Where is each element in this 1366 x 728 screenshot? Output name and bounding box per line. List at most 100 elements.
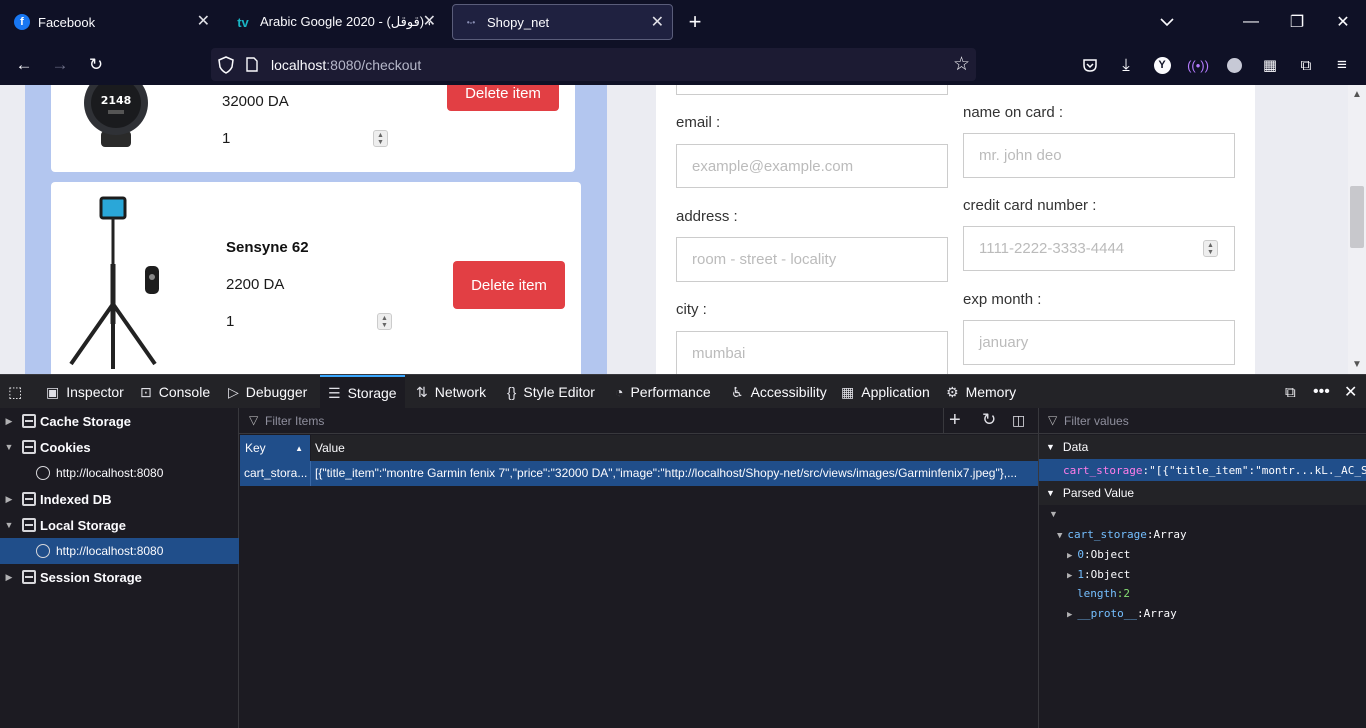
tab-inspector[interactable]: ▣ Inspector <box>46 375 124 409</box>
close-icon[interactable]: ✕ <box>651 14 664 32</box>
more-options-icon[interactable]: ••• <box>1313 375 1330 409</box>
scroll-down-icon[interactable]: ▼ <box>1352 359 1362 370</box>
quantity-stepper[interactable]: ▲ ▼ <box>377 313 392 330</box>
url-host: localhost <box>271 56 327 73</box>
tree-item-cache-storage[interactable]: ▶ Cache Storage <box>0 408 239 434</box>
memory-icon: ⚙ <box>946 383 959 400</box>
close-icon[interactable]: ✕ <box>197 13 210 31</box>
tree-node-length[interactable]: length:2 <box>1077 587 1130 600</box>
extensions-icon[interactable]: ⧉ <box>1291 50 1321 80</box>
tab-debugger[interactable]: ▷ Debugger <box>228 375 307 409</box>
tab-style-editor[interactable]: {} Style Editor <box>507 375 595 409</box>
tab-storage[interactable]: ☰ Storage <box>320 375 405 409</box>
city-field[interactable]: mumbai <box>676 331 948 374</box>
reload-button[interactable]: ↻ <box>81 50 111 80</box>
minimize-button[interactable]: — <box>1228 0 1274 44</box>
data-key: cart_storage <box>1063 463 1143 477</box>
tab-shopy-net[interactable]: •-• Shopy_net ✕ <box>452 4 673 40</box>
add-item-icon[interactable]: + <box>949 409 961 432</box>
tab-accessibility[interactable]: ♿ Accessibility <box>731 375 827 409</box>
quantity-stepper[interactable]: ▲ ▼ <box>373 130 388 147</box>
item-quantity[interactable]: 1 <box>222 130 230 147</box>
email-field[interactable]: example@example.com <box>676 144 948 188</box>
node-type: :Object <box>1084 548 1131 561</box>
filter-values-input[interactable]: Filter values <box>1064 414 1129 428</box>
page-icon[interactable] <box>246 57 258 72</box>
facebook-icon: f <box>14 14 30 30</box>
menu-icon[interactable]: ≡ <box>1327 50 1357 80</box>
address-field[interactable]: room - street - locality <box>676 237 948 282</box>
expand-icon[interactable]: ▶ <box>4 572 14 583</box>
refresh-icon[interactable]: ↻ <box>982 410 996 430</box>
forward-button[interactable]: → <box>45 50 75 80</box>
downloads-icon[interactable]: ⤓ <box>1111 50 1141 80</box>
tab-console[interactable]: ⊡ Console <box>140 375 210 409</box>
tree-item-local-storage-host[interactable]: http://localhost:8080 <box>0 538 239 564</box>
tab-arabic-google[interactable]: tv Arabic Google 2020 - (قوقل) ﻱﺏ ✕ <box>224 4 444 40</box>
new-tab-button[interactable]: + <box>672 0 718 44</box>
name-on-card-field[interactable]: mr. john deo <box>963 133 1235 178</box>
close-window-button[interactable]: ✕ <box>1320 0 1366 44</box>
pocket-icon[interactable] <box>1075 50 1105 80</box>
extension-qr-icon[interactable]: ▦ <box>1255 50 1285 80</box>
page-scrollbar[interactable]: ▲ ▼ <box>1348 85 1366 374</box>
tree-item-local-storage[interactable]: ▼ Local Storage <box>0 512 239 538</box>
accessibility-icon: ♿ <box>731 383 744 400</box>
tree-item-session-storage[interactable]: ▶ Session Storage <box>0 564 239 590</box>
storage-sidebar: ▽ Filter values ▼ Data cart_storage:"[{"… <box>1038 408 1366 728</box>
data-section-header[interactable]: ▼ Data <box>1039 435 1366 459</box>
svg-text:2148: 2148 <box>101 94 132 107</box>
expand-icon[interactable]: ▶ <box>4 494 14 505</box>
collapse-icon[interactable]: ▼ <box>1049 509 1058 519</box>
restore-button[interactable]: ❐ <box>1274 0 1320 44</box>
number-stepper[interactable]: ▲ ▼ <box>1203 240 1218 257</box>
navigation-toolbar: ← → ↻ localhost:8080/checkout ☆ ⤓ Y ((•)… <box>0 44 1366 85</box>
shield-icon[interactable] <box>218 55 234 74</box>
column-header-key[interactable]: Key ▲ <box>240 435 310 461</box>
filter-items-input[interactable]: Filter Items <box>265 414 324 428</box>
url-bar[interactable]: localhost:8080/checkout ☆ <box>211 48 976 81</box>
parsed-value-section-header[interactable]: ▼ Parsed Value <box>1039 481 1366 505</box>
credit-card-number-field[interactable]: 1111-2222-3333-4444 ▲ ▼ <box>963 226 1235 271</box>
list-tabs-button[interactable] <box>1144 0 1190 44</box>
credit-card-number-label: credit card number : <box>963 197 1097 214</box>
extension-broadcast-icon[interactable]: ((•)) <box>1183 50 1213 80</box>
data-entry-row[interactable]: cart_storage:"[{"title_item":"montr...kL… <box>1039 459 1366 481</box>
extension-globe-icon[interactable] <box>1219 50 1249 80</box>
tree-node-item-1[interactable]: ▶ 1:Object <box>1067 568 1130 581</box>
tree-node-proto[interactable]: ▶ __proto__:Array <box>1067 607 1177 620</box>
dock-options-icon[interactable]: ⧉ <box>1285 375 1296 409</box>
column-header-value[interactable]: Value <box>311 435 1038 461</box>
tab-memory[interactable]: ⚙ Memory <box>946 375 1016 409</box>
close-devtools-icon[interactable]: ✕ <box>1344 375 1357 409</box>
tree-item-indexed-db[interactable]: ▶ Indexed DB <box>0 486 239 512</box>
account-icon[interactable]: Y <box>1147 50 1177 80</box>
node-value: :2 <box>1116 587 1130 600</box>
scroll-up-icon[interactable]: ▲ <box>1352 89 1362 100</box>
collapse-icon[interactable]: ▼ <box>4 520 14 530</box>
table-row[interactable]: cart_stora... [{"title_item":"montre Gar… <box>240 461 1038 486</box>
exp-month-field[interactable]: january <box>963 320 1235 365</box>
tree-item-cookies-host[interactable]: http://localhost:8080 <box>0 460 239 486</box>
tab-performance[interactable]: ◔ Performance <box>615 375 711 409</box>
tree-node-cart-storage[interactable]: ▼ cart_storage:Array <box>1057 528 1187 541</box>
item-quantity[interactable]: 1 <box>226 313 234 330</box>
toggle-sidebar-icon[interactable]: ◫ <box>1012 412 1025 429</box>
expand-icon[interactable]: ▶ <box>4 416 14 427</box>
tree-item-cookies[interactable]: ▼ Cookies <box>0 434 239 460</box>
delete-item-button[interactable]: Delete item <box>447 85 559 111</box>
scrollbar-thumb[interactable] <box>1350 186 1364 248</box>
tree-node-item-0[interactable]: ▶ 0:Object <box>1067 548 1130 561</box>
data-value: :"[{"title_item":"montr...kL._AC_SX569_.… <box>1142 463 1366 477</box>
tab-application[interactable]: ▦ Application <box>841 375 930 409</box>
close-icon[interactable]: ✕ <box>423 13 436 31</box>
element-picker-icon[interactable]: ⬚ <box>8 375 22 409</box>
full-name-field[interactable] <box>676 85 948 95</box>
database-icon <box>22 414 36 428</box>
star-icon[interactable]: ☆ <box>953 53 970 76</box>
delete-item-button[interactable]: Delete item <box>453 261 565 309</box>
collapse-icon[interactable]: ▼ <box>4 442 14 452</box>
tab-facebook[interactable]: f Facebook ✕ <box>4 4 218 40</box>
tab-network[interactable]: ⇅ Network <box>416 375 486 409</box>
back-button[interactable]: ← <box>9 50 39 80</box>
